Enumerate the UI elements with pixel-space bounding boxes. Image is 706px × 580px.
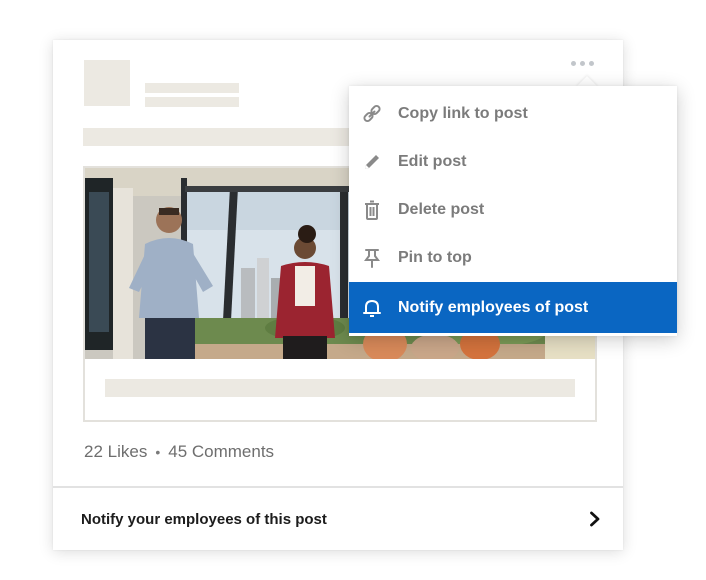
- author-name-placeholder: [145, 83, 239, 93]
- stats-separator: •: [155, 444, 161, 460]
- engagement-stats: 22 Likes • 45 Comments: [84, 442, 274, 462]
- likes-count[interactable]: 22 Likes: [84, 442, 147, 462]
- more-dot-icon: [570, 60, 576, 66]
- post-options-menu: Copy link to post Edit post Delete post: [349, 86, 677, 336]
- chevron-right-icon: [590, 511, 600, 527]
- avatar-placeholder: [84, 60, 130, 106]
- menu-item-label: Notify employees of post: [398, 298, 589, 316]
- menu-item-label: Pin to top: [398, 249, 472, 266]
- more-dot-icon: [579, 60, 585, 66]
- menu-item-label: Copy link to post: [398, 105, 528, 122]
- menu-item-notify-employees[interactable]: Notify employees of post: [349, 282, 677, 333]
- menu-item-pin-to-top[interactable]: Pin to top: [349, 234, 677, 282]
- more-dot-icon: [588, 60, 594, 66]
- pin-icon: [361, 247, 383, 269]
- bell-icon: [361, 297, 383, 319]
- more-options-button[interactable]: [562, 54, 602, 72]
- trash-icon: [361, 199, 383, 221]
- author-subtitle-placeholder: [145, 97, 239, 107]
- menu-item-label: Delete post: [398, 201, 485, 218]
- menu-item-delete-post[interactable]: Delete post: [349, 186, 677, 234]
- comments-count[interactable]: 45 Comments: [168, 442, 274, 462]
- link-icon: [361, 103, 383, 125]
- link-title-placeholder: [105, 379, 575, 397]
- post-text-placeholder: [83, 128, 373, 146]
- notify-employees-link[interactable]: Notify your employees of this post: [53, 488, 623, 550]
- menu-item-copy-link[interactable]: Copy link to post: [349, 90, 677, 138]
- menu-item-label: Edit post: [398, 153, 467, 170]
- menu-item-edit-post[interactable]: Edit post: [349, 138, 677, 186]
- notify-employees-label: Notify your employees of this post: [81, 510, 327, 528]
- pencil-icon: [361, 151, 383, 173]
